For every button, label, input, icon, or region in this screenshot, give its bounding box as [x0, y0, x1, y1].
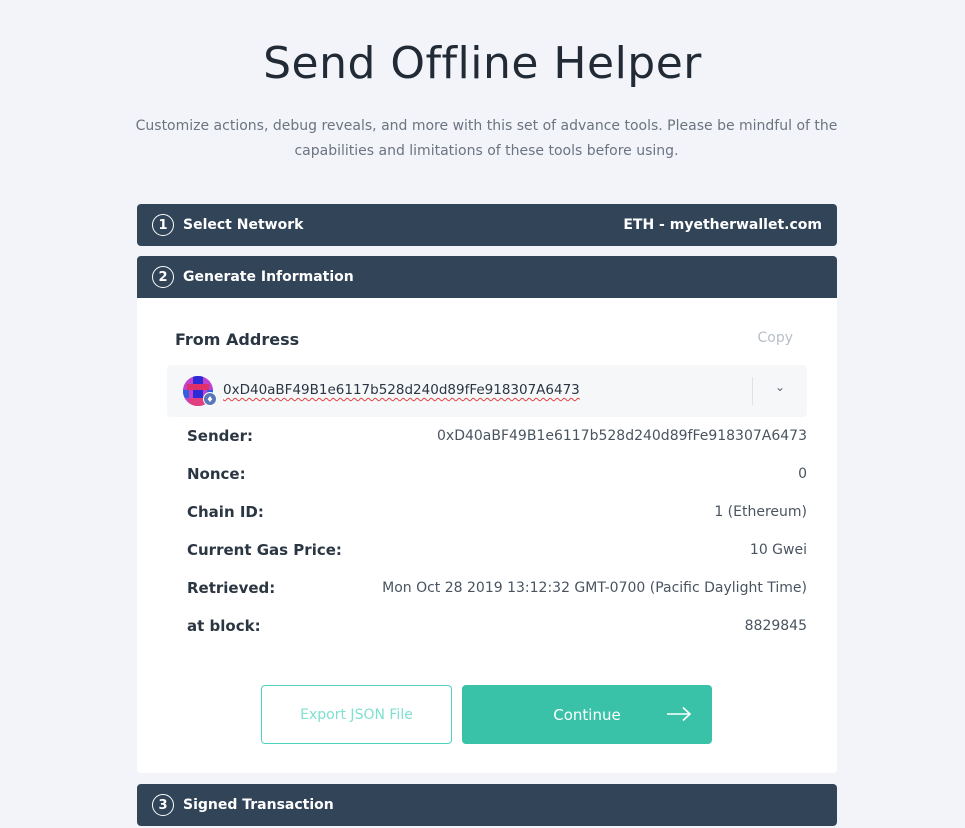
info-row-sender: Sender: 0xD40aBF49B1e6117b528d240d89fFe9…: [187, 424, 807, 448]
from-address-select[interactable]: ♦ 0xD40aBF49B1e6117b528d240d89fFe918307A…: [167, 365, 807, 417]
select-divider: [752, 377, 753, 405]
info-value: 0: [798, 466, 807, 482]
step-label: Signed Transaction: [183, 797, 334, 813]
info-key: Current Gas Price:: [187, 541, 342, 559]
ethereum-icon: ♦: [203, 392, 217, 406]
info-row-retrieved: Retrieved: Mon Oct 28 2019 13:12:32 GMT-…: [187, 576, 807, 600]
step-select-network[interactable]: 1 Select Network ETH - myetherwallet.com: [137, 204, 837, 246]
generate-information-panel: From Address Copy ♦ 0xD40aBF49B1e6117b52…: [137, 298, 837, 773]
info-row-block: at block: 8829845: [187, 614, 807, 638]
page-subtitle: Customize actions, debug reveals, and mo…: [135, 118, 838, 159]
info-value: 0xD40aBF49B1e6117b528d240d89fFe918307A64…: [437, 428, 807, 444]
step-label: Select Network: [183, 217, 304, 233]
selected-network: ETH - myetherwallet.com: [623, 217, 822, 233]
from-address-label: From Address: [175, 330, 300, 349]
export-json-button[interactable]: Export JSON File: [261, 685, 452, 744]
info-row-chain-id: Chain ID: 1 (Ethereum): [187, 500, 807, 524]
chevron-down-icon[interactable]: ⌄: [775, 380, 785, 394]
info-value: 1 (Ethereum): [714, 504, 807, 520]
selected-address: 0xD40aBF49B1e6117b528d240d89fFe918307A64…: [223, 382, 580, 398]
info-key: Nonce:: [187, 465, 246, 483]
continue-button[interactable]: Continue: [462, 685, 712, 744]
info-value: Mon Oct 28 2019 13:12:32 GMT-0700 (Pacif…: [382, 580, 807, 596]
continue-label: Continue: [553, 705, 621, 724]
step-number: 2: [152, 266, 174, 288]
info-row-gas-price: Current Gas Price: 10 Gwei: [187, 538, 807, 562]
info-key: Chain ID:: [187, 503, 264, 521]
step-generate-information[interactable]: 2 Generate Information: [137, 256, 837, 298]
info-key: at block:: [187, 617, 261, 635]
arrow-right-icon: [667, 706, 692, 722]
info-value: 8829845: [744, 618, 807, 634]
step-number: 1: [152, 214, 174, 236]
page-title: Send Offline Helper: [263, 38, 702, 89]
info-row-nonce: Nonce: 0: [187, 462, 807, 486]
step-number: 3: [152, 794, 174, 816]
copy-button[interactable]: Copy: [757, 330, 793, 346]
step-label: Generate Information: [183, 269, 354, 285]
info-value: 10 Gwei: [749, 542, 807, 558]
info-key: Sender:: [187, 427, 253, 445]
info-key: Retrieved:: [187, 579, 276, 597]
step-signed-transaction[interactable]: 3 Signed Transaction: [137, 784, 837, 826]
